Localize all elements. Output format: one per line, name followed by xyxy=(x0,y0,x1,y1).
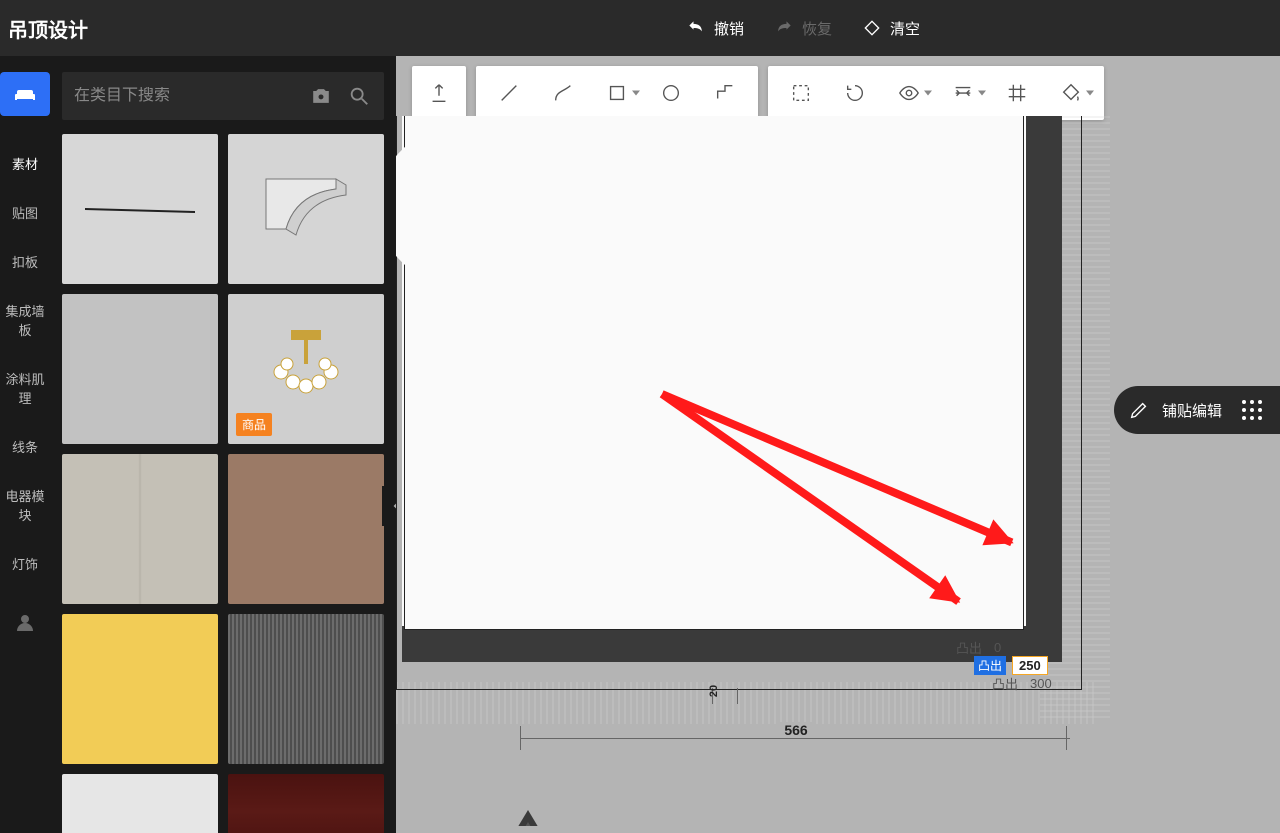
asset-tile[interactable] xyxy=(62,454,218,604)
redo-icon xyxy=(774,18,794,38)
dimension-small-value: 20 xyxy=(708,685,720,697)
rect-icon xyxy=(606,82,628,104)
tab-sucai[interactable]: 素材 xyxy=(0,142,50,185)
nav-home[interactable] xyxy=(0,72,50,116)
search-input[interactable] xyxy=(74,87,296,105)
annotation-row: 凸出 0 xyxy=(956,638,1007,657)
user-icon xyxy=(13,611,37,635)
tool-visibility-button[interactable] xyxy=(882,66,936,120)
export-icon xyxy=(428,82,450,104)
undo-label: 撤销 xyxy=(714,18,744,39)
fill-icon xyxy=(1060,82,1082,104)
camera-button[interactable] xyxy=(308,83,334,109)
toolbar-group-shapes xyxy=(476,66,758,120)
asset-panel: 商品 xyxy=(50,56,396,833)
camera-icon xyxy=(310,85,332,107)
toolbar-group-export xyxy=(412,66,466,120)
asset-tile[interactable] xyxy=(228,774,384,833)
user-button[interactable] xyxy=(13,611,37,635)
clear-label: 清空 xyxy=(890,18,920,39)
dimension-bottom-value: 566 xyxy=(778,722,813,738)
asset-tile[interactable] xyxy=(62,774,218,833)
polyline-icon xyxy=(714,82,736,104)
tab-kouban[interactable]: 扣板 xyxy=(0,240,50,283)
top-bar: 吊顶设计 撤销 恢复 清空 xyxy=(0,0,1280,56)
asset-tile[interactable] xyxy=(228,454,384,604)
annotation-label: 凸出 xyxy=(956,638,982,657)
dimension-small: 20 xyxy=(712,682,738,710)
redo-label: 恢复 xyxy=(802,18,832,39)
tool-curve-button[interactable] xyxy=(536,66,590,120)
align-icon xyxy=(952,82,974,104)
chevron-down-icon xyxy=(924,91,932,96)
asset-tile[interactable] xyxy=(62,134,218,284)
product-badge: 商品 xyxy=(236,413,272,436)
search-button[interactable] xyxy=(346,83,372,109)
eye-icon xyxy=(898,82,920,104)
sofa-icon xyxy=(13,85,37,103)
annotation-value: 300 xyxy=(1024,675,1058,692)
lamp-thumb-icon xyxy=(251,324,361,414)
asset-tile[interactable]: 商品 xyxy=(228,294,384,444)
tool-fill-button[interactable] xyxy=(1044,66,1098,120)
cornice-thumb-icon xyxy=(256,169,356,249)
chevron-down-icon xyxy=(1086,91,1094,96)
line-thumb-icon xyxy=(85,205,195,213)
circle-icon xyxy=(660,82,682,104)
tool-rotate-button[interactable] xyxy=(828,66,882,120)
search-row xyxy=(62,72,384,120)
export-button[interactable] xyxy=(418,66,460,120)
tool-rect-button[interactable] xyxy=(590,66,644,120)
marquee-icon xyxy=(790,82,812,104)
tool-align-button[interactable] xyxy=(936,66,990,120)
tool-polyline-button[interactable] xyxy=(698,66,752,120)
annotation-value: 0 xyxy=(988,639,1007,656)
chevron-down-icon xyxy=(632,91,640,96)
asset-tile[interactable] xyxy=(228,134,384,284)
toolbar-group-view xyxy=(768,66,1104,120)
tool-circle-button[interactable] xyxy=(644,66,698,120)
annotation-row-active[interactable]: 凸出 250 xyxy=(974,656,1048,675)
annotation-value-active[interactable]: 250 xyxy=(1012,656,1048,675)
annotation-label-tag: 凸出 xyxy=(974,656,1006,675)
canvas[interactable]: 铺贴编辑 凸出 0 凸出 250 凸出 300 20 xyxy=(396,56,1280,833)
asset-tile[interactable] xyxy=(62,294,218,444)
tab-dengshi[interactable]: 灯饰 xyxy=(0,542,50,585)
history-actions: 撤销 恢复 清空 xyxy=(686,18,920,39)
grid-icon xyxy=(1006,82,1028,104)
rotate-icon xyxy=(844,82,866,104)
asset-grid[interactable]: 商品 xyxy=(62,134,384,833)
tab-dianqi[interactable]: 电器模块 xyxy=(0,474,50,536)
tab-tuliao[interactable]: 涂料肌理 xyxy=(0,357,50,419)
search-icon xyxy=(348,85,370,107)
canvas-toolbar xyxy=(396,66,1280,120)
annotation-row: 凸出 300 xyxy=(992,674,1058,693)
clear-button[interactable]: 清空 xyxy=(862,18,920,39)
curve-icon xyxy=(552,82,574,104)
left-nav: 素材 贴图 扣板 集成墙板 涂料肌理 线条 电器模块 灯饰 xyxy=(0,56,50,833)
chevron-down-icon xyxy=(978,91,986,96)
tool-line-button[interactable] xyxy=(482,66,536,120)
app-title: 吊顶设计 xyxy=(0,14,88,43)
tool-grid-button[interactable] xyxy=(990,66,1044,120)
asset-tile[interactable] xyxy=(62,614,218,764)
asset-tile[interactable] xyxy=(228,614,384,764)
line-icon xyxy=(498,82,520,104)
orientation-indicator xyxy=(504,810,552,826)
undo-icon xyxy=(686,18,706,38)
undo-button[interactable]: 撤销 xyxy=(686,18,744,39)
tab-jicheng[interactable]: 集成墙板 xyxy=(0,289,50,351)
tab-xiantiao[interactable]: 线条 xyxy=(0,425,50,468)
redo-button[interactable]: 恢复 xyxy=(774,18,832,39)
plan-view[interactable]: 凸出 0 凸出 250 凸出 300 20 566 xyxy=(396,116,1280,826)
clear-icon xyxy=(862,18,882,38)
tab-tietu[interactable]: 贴图 xyxy=(0,191,50,234)
tool-marquee-button[interactable] xyxy=(774,66,828,120)
annotation-label: 凸出 xyxy=(992,674,1018,693)
